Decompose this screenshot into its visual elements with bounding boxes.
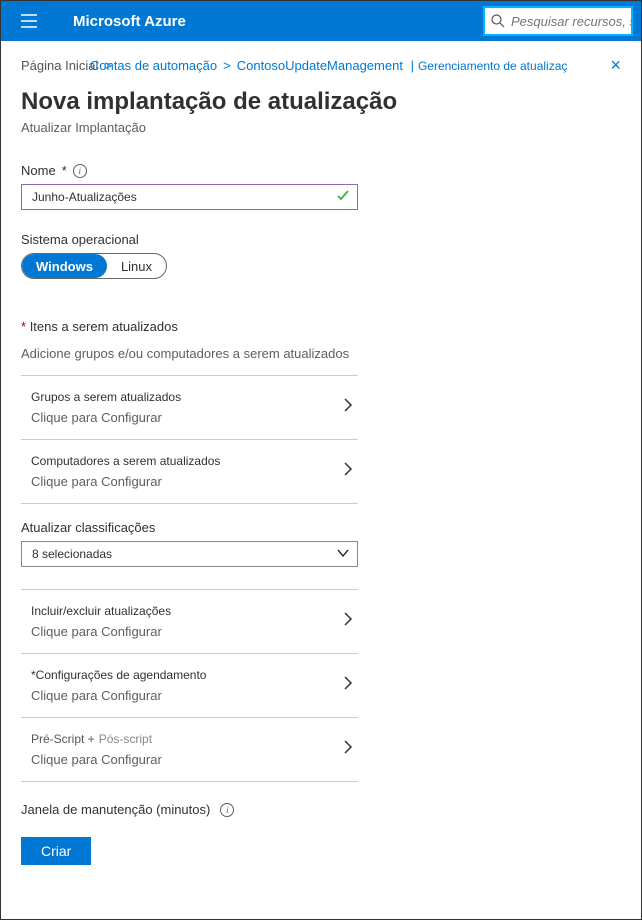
chevron-right-icon [342,461,354,482]
items-help: Adicione grupos e/ou computadores a sere… [21,346,621,361]
pre-post-script-row[interactable]: Pré-Script +Pós-script Clique para Confi… [21,718,358,781]
chevron-right-icon [342,675,354,696]
create-button[interactable]: Criar [21,837,91,865]
schedule-row[interactable]: *Configurações de agendamento Clique par… [21,654,358,717]
computers-title: Computadores a serem atualizados [31,454,342,468]
include-exclude-title: Incluir/excluir atualizações [31,604,342,618]
classifications-label: Atualizar classificações [21,520,621,535]
checkmark-icon [336,189,350,208]
menu-icon[interactable] [9,14,49,28]
include-exclude-row[interactable]: Incluir/excluir atualizações Clique para… [21,590,358,653]
os-option-windows[interactable]: Windows [22,254,107,278]
pre-post-sub: Clique para Configurar [31,752,342,767]
chevron-right-icon [342,739,354,760]
search-box[interactable] [483,6,633,36]
os-toggle: Windows Linux [21,253,167,279]
breadcrumb-resource[interactable]: ContosoUpdateManagement [237,58,403,73]
schedule-sub: Clique para Configurar [31,688,342,703]
close-icon[interactable]: × [610,55,621,76]
name-input[interactable] [21,184,358,210]
classifications-select[interactable]: 8 selecionadas [21,541,358,567]
divider [21,781,358,782]
computers-sub: Clique para Configurar [31,474,342,489]
chevron-down-icon [336,546,350,565]
search-input[interactable] [511,14,631,29]
items-header: * Itens a serem atualizados [21,319,621,334]
name-label: Nome* i [21,163,621,178]
top-bar: Microsoft Azure [1,1,641,41]
chevron-right-icon [342,611,354,632]
os-option-linux[interactable]: Linux [107,254,166,278]
include-exclude-sub: Clique para Configurar [31,624,342,639]
groups-row[interactable]: Grupos a serem atualizados Clique para C… [21,376,358,439]
divider [21,503,358,504]
breadcrumb-section[interactable]: Gerenciamento de atualizaç [418,59,567,73]
breadcrumb: Página Inicial > Contas de automação > C… [1,41,641,84]
computers-row[interactable]: Computadores a serem atualizados Clique … [21,440,358,503]
groups-sub: Clique para Configurar [31,410,342,425]
chevron-right-icon [342,397,354,418]
schedule-title: *Configurações de agendamento [31,668,342,682]
os-label: Sistema operacional [21,232,621,247]
page-title: Nova implantação de atualização [21,88,621,116]
breadcrumb-pipe: | [407,58,414,73]
page-subtitle: Atualizar Implantação [21,120,621,135]
breadcrumb-home[interactable]: Página Inicial [21,58,98,73]
maintenance-window-label: Janela de manutenção (minutos) i [21,802,621,817]
brand-label: Microsoft Azure [73,13,186,30]
search-icon [491,14,505,28]
info-icon[interactable]: i [220,803,234,817]
breadcrumb-accounts[interactable]: Contas de automação [90,58,217,73]
info-icon[interactable]: i [73,164,87,178]
groups-title: Grupos a serem atualizados [31,390,342,404]
chevron-right-icon: > [223,58,231,73]
pre-post-title: Pré-Script +Pós-script [31,732,342,746]
